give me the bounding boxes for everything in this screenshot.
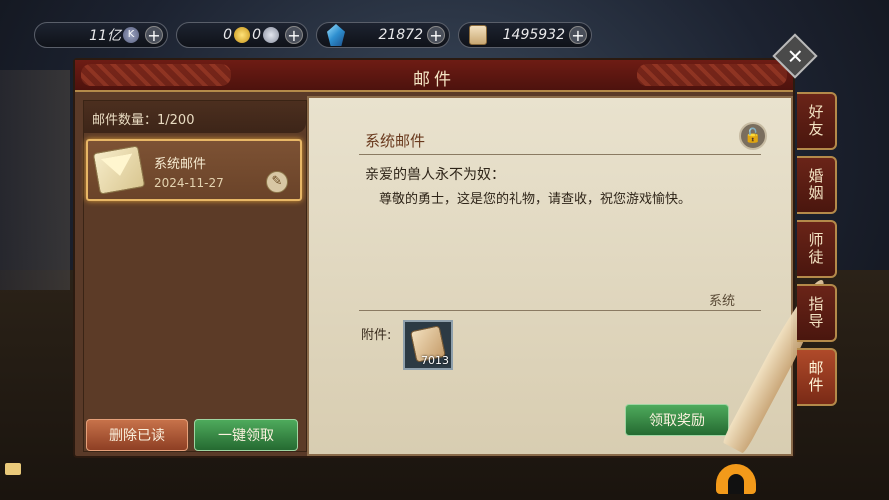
mail-count: 邮件数量：1/200 [84, 101, 306, 133]
attachment-item[interactable]: 7013 [403, 320, 453, 370]
envelope-icon [92, 145, 146, 195]
folder-icon[interactable] [5, 463, 21, 475]
tab-guide[interactable]: 指导 [797, 284, 837, 342]
window-title: 邮件 [413, 70, 455, 90]
mail-body: 尊敬的勇士，这是您的礼物，请查收，祝您游戏愉快。 [379, 192, 692, 207]
coupon-value: 11亿 [89, 28, 121, 44]
mail-content-title: 系统邮件 [365, 132, 426, 150]
mail-list-panel: 邮件数量：1/200 系统邮件 2024-11-27 ✎ 删除已读 一键领取 [83, 100, 307, 452]
mail-sender: 系统 [709, 294, 736, 309]
silver-coin-icon [263, 27, 279, 43]
scroll-plus-button[interactable]: + [569, 26, 587, 45]
diamond-value: 21872 [378, 27, 423, 43]
mail-content-panel: 系统邮件 🔓 亲爱的兽人永不为奴： 尊敬的勇士，这是您的礼物，请查收，祝您游戏愉… [307, 96, 793, 456]
tab-mentor[interactable]: 师徒 [797, 220, 837, 278]
diamond-icon [327, 24, 345, 46]
attachment-count: 7013 [421, 354, 449, 367]
diamond-resource: 21872 + [316, 22, 450, 48]
coupon-plus-button[interactable]: + [145, 26, 163, 45]
scroll-icon [469, 25, 487, 45]
scroll-value: 1495932 [502, 27, 565, 43]
sender-divider [359, 310, 761, 311]
diamond-plus-button[interactable]: + [427, 26, 445, 45]
mail-item-title: 系统邮件 [154, 157, 207, 172]
close-icon: ✕ [786, 43, 804, 68]
mail-window: 邮件 邮件数量：1/200 系统邮件 2024-11-27 ✎ 删除已读 一键领… [73, 58, 795, 458]
attachment-label: 附件: [361, 328, 392, 343]
scroll-resource: 1495932 + [458, 22, 592, 48]
mail-item-date: 2024-11-27 [154, 176, 224, 190]
tab-mail[interactable]: 邮件 [797, 348, 837, 406]
mail-greeting: 亲爱的兽人永不为奴： [365, 167, 505, 183]
resource-bar: 11亿 K + 0 0 + 21872 + 1495932 + [34, 22, 592, 52]
tab-friends[interactable]: 好友 [797, 92, 837, 150]
coin-resource: 0 0 + [176, 22, 308, 48]
unlock-icon[interactable]: 🔓 [739, 122, 767, 150]
delete-read-button[interactable]: 删除已读 [86, 419, 188, 451]
claim-all-button[interactable]: 一键领取 [194, 419, 298, 451]
k-coin-icon: K [123, 27, 139, 43]
gold-coin-icon [234, 27, 251, 43]
silver-coin-value: 0 [252, 27, 261, 43]
tab-marriage[interactable]: 婚姻 [797, 156, 837, 214]
coupon-resource: 11亿 K + [34, 22, 168, 48]
title-divider [359, 154, 761, 155]
background-tent [0, 70, 70, 290]
attachment-icon: ✎ [266, 171, 288, 193]
window-header: 邮件 [75, 60, 793, 92]
claim-reward-button[interactable]: 领取奖励 [625, 404, 729, 436]
coin-plus-button[interactable]: + [285, 26, 303, 45]
mail-list-item[interactable]: 系统邮件 2024-11-27 ✎ [86, 139, 302, 201]
gold-coin-value: 0 [223, 27, 233, 43]
